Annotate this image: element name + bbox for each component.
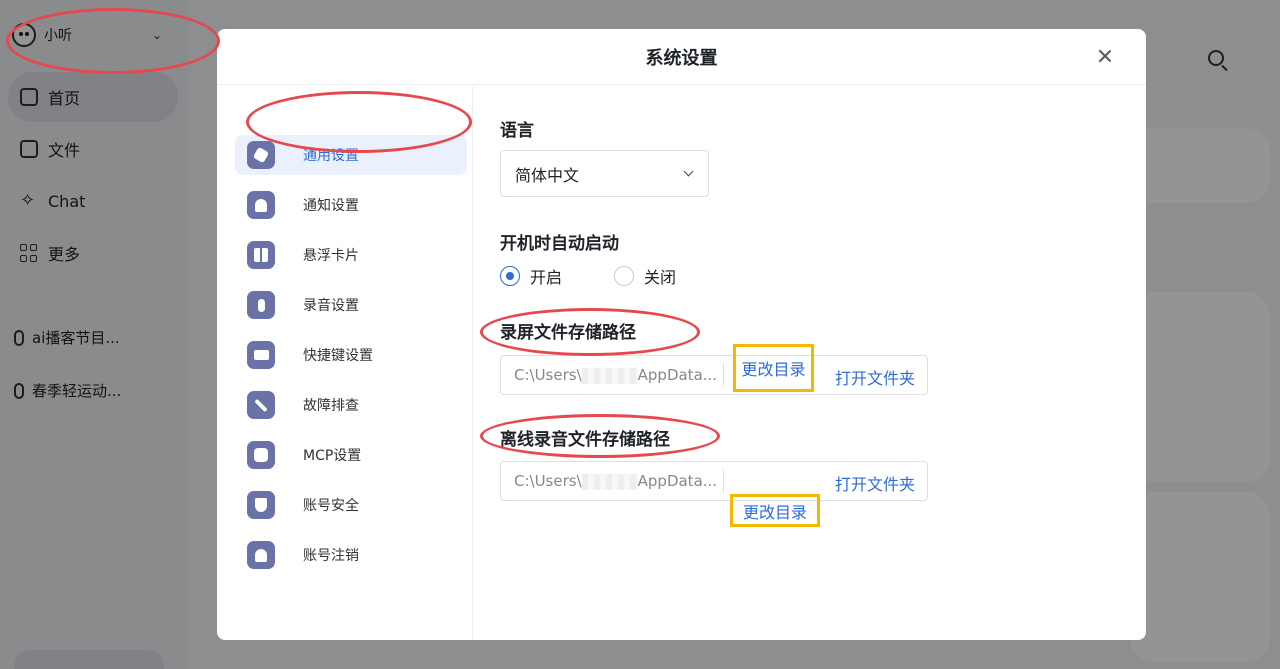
change-dir-label: 更改目录 [742,502,807,522]
path-prefix: C:\Users\ [514,366,582,384]
offline-path-title: 离线录音文件存储路径 [500,430,670,450]
sidebar-item-recording[interactable]: 录音设置 [235,285,467,325]
shield-icon [247,491,275,519]
sidebar-item-account-deletion[interactable]: 账号注销 [235,535,467,575]
redacted-username [581,367,638,384]
sidebar-item-label: 录音设置 [303,298,359,314]
sidebar-item-label: 快捷键设置 [303,348,373,364]
settings-hex-icon [247,141,275,169]
path-suffix: AppData... [637,366,718,384]
keyboard-icon [247,341,275,369]
sidebar-item-account-security[interactable]: 账号安全 [235,485,467,525]
mcp-icon [247,441,275,469]
sidebar-item-shortcuts[interactable]: 快捷键设置 [235,335,467,375]
sidebar-item-floating-card[interactable]: 悬浮卡片 [235,235,467,275]
offline-open-folder-button[interactable]: 打开文件夹 [835,471,915,495]
language-select[interactable]: 简体中文 [500,150,709,197]
radio-dot [614,266,635,286]
sidebar-item-label: MCP设置 [303,448,362,464]
sidebar-item-label: 通知设置 [303,198,359,214]
offline-change-dir-button[interactable]: 更改目录 [730,494,820,527]
chevron-down-icon [683,166,694,177]
modal-header: 系统设置 [217,29,1146,85]
change-dir-label: 更改目录 [741,360,806,379]
screen-change-dir-button[interactable]: 更改目录 [733,344,814,392]
radio-label: 开启 [530,268,563,287]
autostart-radio-group: 开启 关闭 [500,264,676,288]
sidebar-item-label: 账号安全 [303,498,359,514]
autostart-on-radio[interactable]: 开启 [500,264,562,288]
mic-gear-icon [247,291,275,319]
screen-open-folder-button[interactable]: 打开文件夹 [835,365,915,389]
sidebar-item-mcp[interactable]: MCP设置 [235,435,467,475]
sidebar-item-notifications[interactable]: 通知设置 [235,185,467,225]
sidebar-item-label: 通用设置 [303,148,359,164]
language-value: 简体中文 [515,165,580,185]
autostart-title: 开机时自动启动 [500,234,619,254]
sidebar-item-label: 故障排查 [303,398,359,414]
redacted-username [581,473,638,490]
wrench-icon [247,391,275,419]
sidebar-item-label: 悬浮卡片 [303,248,359,264]
modal-title: 系统设置 [645,47,718,69]
user-icon [247,541,275,569]
offline-path-value: C:\Users\ AppData... [501,469,724,493]
settings-modal: 系统设置 通用设置 通知设置 悬浮卡片 录音设置 快捷键设置 故障排查 MCP设… [217,29,1146,640]
screen-path-value: C:\Users\ AppData... [501,363,724,387]
sidebar-item-troubleshoot[interactable]: 故障排查 [235,385,467,425]
autostart-off-radio[interactable]: 关闭 [614,264,676,288]
settings-sidebar: 通用设置 通知设置 悬浮卡片 录音设置 快捷键设置 故障排查 MCP设置 账号安… [217,86,473,640]
sidebar-item-general[interactable]: 通用设置 [235,135,467,175]
radio-label: 关闭 [644,268,677,287]
path-suffix: AppData... [637,472,718,490]
radio-dot [500,266,520,286]
screen-path-title: 录屏文件存储路径 [500,323,636,343]
bell-icon [247,191,275,219]
close-icon[interactable] [1094,45,1116,67]
card-layout-icon [247,241,275,269]
settings-content: 语言 简体中文 开机时自动启动 开启 关闭 录屏文件存储路径 C:\Users\… [500,86,1146,640]
sidebar-item-label: 账号注销 [303,548,359,564]
language-title: 语言 [500,121,534,141]
path-prefix: C:\Users\ [514,472,582,490]
